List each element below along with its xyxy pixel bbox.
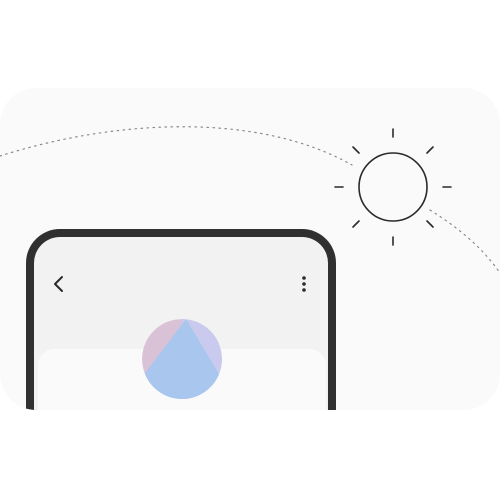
- back-button[interactable]: [50, 273, 68, 295]
- illustration-card: [0, 88, 500, 410]
- phone-screen: [34, 237, 328, 410]
- chevron-left-icon: [54, 276, 63, 292]
- phone-frame: [26, 229, 336, 410]
- more-vertical-icon: [302, 276, 306, 292]
- orbit-path: [0, 126, 353, 166]
- orbit-path-tail: [429, 209, 500, 274]
- sun-icon: [334, 128, 452, 246]
- avatar-gradient-icon: [142, 319, 222, 399]
- more-options-button[interactable]: [298, 273, 310, 295]
- avatar[interactable]: [142, 319, 222, 399]
